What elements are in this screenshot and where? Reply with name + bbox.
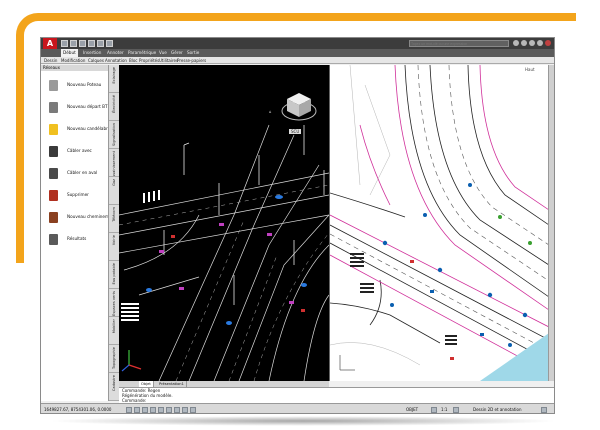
tab-debut[interactable]: Début xyxy=(61,49,78,57)
new-file-icon[interactable] xyxy=(61,40,68,47)
palette-tab-label: Voirie xyxy=(112,235,116,246)
model-space-label[interactable]: OBJET xyxy=(406,407,418,413)
delete-icon xyxy=(49,190,58,201)
palette-tab-label: Eclairage xyxy=(112,67,116,84)
panel-utilitaires[interactable]: Utilitaires xyxy=(159,57,178,64)
palette-tool-2[interactable]: Nouveau candélabre xyxy=(49,123,111,137)
osnap-toggle-icon[interactable] xyxy=(158,407,164,413)
palette-tab-label: Eau potable xyxy=(112,263,116,285)
palette-tab-label: Topographie xyxy=(112,347,116,369)
pole-icon xyxy=(49,80,58,91)
quick-view-icon[interactable] xyxy=(431,407,437,413)
palette-tool-label: Câbler avec xyxy=(67,148,92,153)
cad-application-window: A Début Insertion Annoter Paramétrique V… xyxy=(40,37,555,414)
palette-tool-5[interactable]: Supprimer xyxy=(49,189,111,203)
palette-tab-label: Assainissement xyxy=(112,151,116,177)
open-file-icon[interactable] xyxy=(70,40,77,47)
close-icon[interactable] xyxy=(545,40,551,46)
help-icon[interactable] xyxy=(521,40,527,46)
undo-icon[interactable] xyxy=(88,40,95,47)
lamp-icon xyxy=(49,124,58,135)
palette-tool-7[interactable]: Résultats xyxy=(49,233,111,247)
palette-tool-label: Supprimer xyxy=(67,192,89,197)
panel-annotation[interactable]: Annotation xyxy=(105,57,127,64)
polar-toggle-icon[interactable] xyxy=(150,407,156,413)
window-shadow xyxy=(48,416,558,426)
palette-tool-label: Résultats xyxy=(67,236,87,241)
palette-tool-4[interactable]: Câbler en aval xyxy=(49,167,111,181)
command-line[interactable]: Commande: Regen Régénération du modèle. … xyxy=(119,387,554,403)
tab-gerer[interactable]: Gérer xyxy=(169,49,185,57)
palette-tool-1[interactable]: Nouveau départ BT xyxy=(49,101,111,115)
palette-vertical-tabs: Eclairage Électricité Signalisation Assaini… xyxy=(108,65,120,401)
grid-toggle-icon[interactable] xyxy=(134,407,140,413)
palette-tool-label: Nouveau départ BT xyxy=(67,104,108,109)
viewport-view-label[interactable]: Haut xyxy=(525,67,535,72)
results-icon xyxy=(49,234,58,245)
status-bar: 1649827.67, 8754301.06, 0.0000 OBJET 1:1… xyxy=(41,403,554,413)
home-icon[interactable]: ⌂ xyxy=(269,109,272,114)
search-icon[interactable] xyxy=(513,40,519,46)
palette-tab-label: Signalisation xyxy=(112,123,116,146)
panel-proprietes[interactable]: Propriétés xyxy=(139,57,159,64)
tab-annoter[interactable]: Annoter xyxy=(105,49,126,57)
maximize-icon[interactable] xyxy=(537,40,543,46)
palette-tab-label: Électricité xyxy=(112,95,116,113)
palette-tool-label: Nouveau Poteau xyxy=(67,82,102,87)
screenshot-frame: A Début Insertion Annoter Paramétrique V… xyxy=(0,0,600,430)
ribbon-tab-bar: Début Insertion Annoter Paramétrique Vue… xyxy=(41,49,554,57)
app-menu-button[interactable]: A xyxy=(43,38,57,49)
print-icon[interactable] xyxy=(106,40,113,47)
otrack-toggle-icon[interactable] xyxy=(166,407,172,413)
ucs-dropdown[interactable]: SCU xyxy=(289,129,302,134)
ribbon-panel-bar: Dessin Modification Calques Annotation B… xyxy=(41,57,554,64)
search-input[interactable] xyxy=(409,40,509,47)
title-bar: A xyxy=(41,38,554,49)
palette-tool-label: Nouveau candélabre xyxy=(67,126,111,131)
dyn-toggle-icon[interactable] xyxy=(182,407,188,413)
palette-tool-label: Câbler en aval xyxy=(67,170,98,175)
road-network-plan-drawing xyxy=(330,65,548,381)
tab-vue[interactable]: Vue xyxy=(157,49,169,57)
palette-tab-label: Gaz xyxy=(112,179,116,186)
palette-tool-6[interactable]: Nouveau cheminement xyxy=(49,211,116,225)
palette-tab-label: Cadastre xyxy=(112,375,116,392)
redo-icon[interactable] xyxy=(97,40,104,47)
palette-tab-label: Espaces verts xyxy=(112,291,116,316)
customize-icon[interactable] xyxy=(541,407,547,413)
cabinet-icon xyxy=(49,102,58,113)
palette-tool-0[interactable]: Nouveau Poteau xyxy=(49,79,111,93)
coordinate-readout: 1649827.67, 8754301.06, 0.0000 xyxy=(44,407,112,412)
save-icon[interactable] xyxy=(79,40,86,47)
cable-down-icon xyxy=(49,168,58,179)
panel-calques[interactable]: Calques xyxy=(88,57,104,64)
panel-presse-papiers[interactable]: Presse-papiers xyxy=(177,57,206,64)
lineweight-toggle-icon[interactable] xyxy=(190,407,196,413)
panel-modification[interactable]: Modification xyxy=(61,57,85,64)
path-icon xyxy=(49,212,58,223)
viewport-plan-white[interactable]: Haut xyxy=(329,65,548,381)
snap-toggle-icon[interactable] xyxy=(126,407,132,413)
tab-insertion[interactable]: Insertion xyxy=(81,49,103,57)
water-area xyxy=(480,333,548,381)
palette-tab-label: Télécom xyxy=(112,207,116,222)
ducs-toggle-icon[interactable] xyxy=(174,407,180,413)
cable-icon xyxy=(49,146,58,157)
panel-dessin[interactable]: Dessin xyxy=(44,57,57,64)
annotation-visibility-icon[interactable] xyxy=(453,407,459,413)
vertical-scrollbar[interactable] xyxy=(548,65,554,381)
viewport-3d-dark[interactable]: SCU ⌂ xyxy=(119,65,329,381)
minimize-icon[interactable] xyxy=(529,40,535,46)
workspace-selector[interactable]: Dessin 2D et annotation xyxy=(473,407,521,413)
palette-tool-3[interactable]: Câbler avec xyxy=(49,145,111,159)
navigation-cube-icon[interactable] xyxy=(279,89,319,125)
tab-sortie[interactable]: Sortie xyxy=(185,49,201,57)
annotation-scale[interactable]: 1:1 xyxy=(441,407,447,413)
tab-parametrique[interactable]: Paramétrique xyxy=(126,49,158,57)
palette-tab-label: Mobilier xyxy=(112,319,116,334)
ortho-toggle-icon[interactable] xyxy=(142,407,148,413)
panel-bloc[interactable]: Bloc xyxy=(129,57,138,64)
